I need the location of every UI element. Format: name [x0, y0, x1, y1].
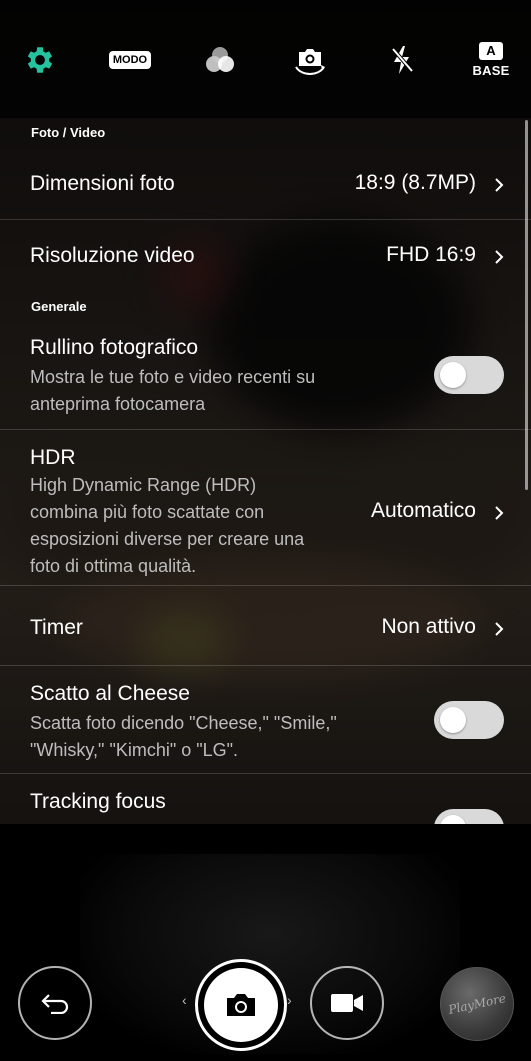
top-toolbar: MODO A BASE [0, 0, 531, 118]
setting-camera-roll[interactable]: Rullino fotografico Mostra le tue foto e… [0, 322, 531, 430]
setting-value: FHD 16:9 [386, 243, 476, 266]
filter-icon[interactable] [198, 38, 242, 82]
video-camera-icon [331, 994, 363, 1012]
video-record-button[interactable] [310, 966, 384, 1040]
camera-roll-toggle[interactable] [434, 356, 504, 394]
shutter-button[interactable] [195, 959, 287, 1051]
base-mode-label: BASE [472, 63, 510, 78]
setting-cheese-shutter[interactable]: Scatto al Cheese Scatta foto dicendo "Ch… [0, 666, 531, 774]
setting-tracking-focus[interactable]: Tracking focus [0, 774, 531, 824]
switch-camera-icon[interactable] [288, 38, 332, 82]
camera-icon [227, 994, 255, 1016]
section-photo-video: Foto / Video [31, 125, 106, 140]
modo-button[interactable]: MODO [108, 38, 152, 82]
setting-value: Non attivo [381, 615, 476, 638]
settings-scrollbar[interactable] [525, 120, 528, 490]
setting-photo-size[interactable]: Dimensioni foto 18:9 (8.7MP) [0, 148, 531, 220]
setting-title: Risoluzione video [30, 244, 195, 267]
chevron-right-icon [495, 250, 504, 264]
setting-title: Timer [30, 616, 83, 639]
setting-timer[interactable]: Timer Non attivo [0, 586, 531, 666]
setting-title: Scatto al Cheese [30, 682, 190, 705]
setting-value: 18:9 (8.7MP) [354, 171, 476, 194]
chevron-right-icon: › [287, 992, 292, 1008]
chevron-right-icon [495, 622, 504, 636]
back-button[interactable] [18, 966, 92, 1040]
chevron-right-icon [495, 506, 504, 520]
setting-description: High Dynamic Range (HDR) combina più fot… [30, 475, 305, 576]
cheese-shutter-toggle[interactable] [434, 701, 504, 739]
flash-off-icon[interactable] [380, 38, 424, 82]
camera-settings-screen: MODO A BASE Foto / Video Dimensioni foto… [0, 0, 531, 1061]
setting-title: Dimensioni foto [30, 172, 175, 195]
setting-title: HDR [30, 446, 76, 469]
setting-value: Automatico [370, 499, 476, 522]
setting-hdr[interactable]: HDR High Dynamic Range (HDR) combina più… [0, 430, 531, 586]
gallery-thumbnail-text: PlayMore [447, 991, 507, 1017]
gear-icon[interactable] [18, 38, 62, 82]
setting-description: Mostra le tue foto e video recenti su an… [30, 367, 316, 414]
modo-label: MODO [108, 51, 152, 69]
chevron-right-icon [495, 178, 504, 192]
gallery-thumbnail[interactable]: PlayMore [440, 967, 514, 1041]
settings-list: Foto / Video Dimensioni foto 18:9 (8.7MP… [0, 118, 531, 824]
base-mode-button[interactable]: A BASE [468, 38, 514, 82]
setting-title: Rullino fotografico [30, 336, 199, 359]
setting-video-resolution[interactable]: Risoluzione video FHD 16:9 [0, 220, 531, 292]
chevron-left-icon: ‹ [182, 992, 187, 1008]
bottom-bar: ‹ › PlayMore [0, 824, 531, 1061]
section-general: Generale [31, 299, 87, 314]
base-mode-badge: A [478, 42, 503, 60]
setting-title: Tracking focus [30, 790, 166, 813]
back-icon [41, 994, 69, 1014]
setting-description: Scatta foto dicendo "Cheese," "Smile," "… [30, 713, 337, 760]
tracking-focus-toggle[interactable] [434, 809, 504, 824]
